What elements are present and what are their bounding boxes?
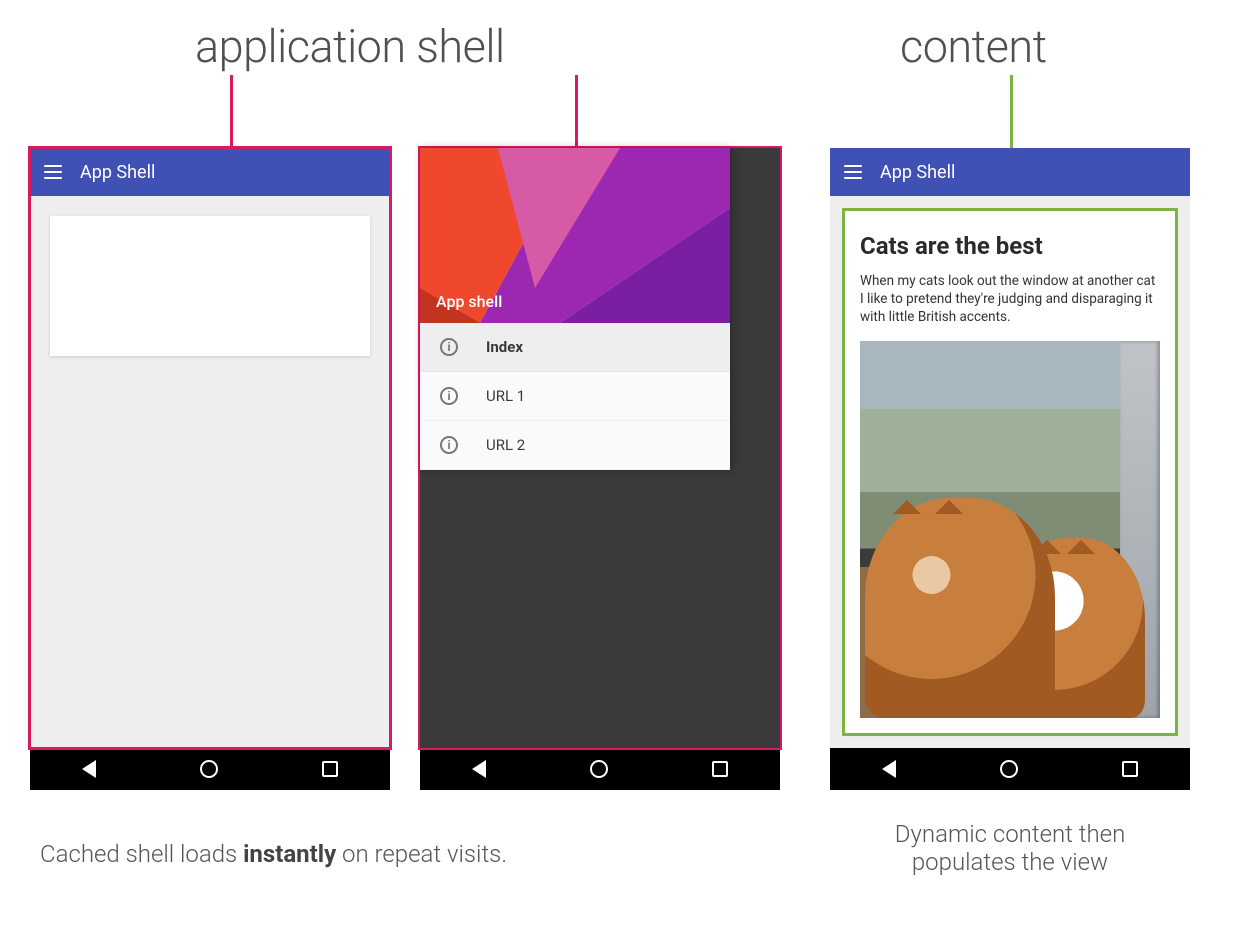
drawer-item-label: URL 2	[486, 436, 525, 454]
caption-shell-pre: Cached shell loads	[40, 840, 243, 868]
back-icon[interactable]	[472, 760, 486, 778]
recents-icon[interactable]	[712, 761, 728, 777]
back-icon[interactable]	[882, 760, 896, 778]
drawer-header: App shell	[420, 148, 730, 323]
hamburger-icon[interactable]	[844, 165, 862, 179]
home-icon[interactable]	[1000, 760, 1018, 778]
navigation-drawer: App shell i Index i URL 1 i URL 2	[420, 148, 730, 470]
article-image-cats	[860, 341, 1160, 718]
home-icon[interactable]	[590, 760, 608, 778]
phone-mock-content: App Shell Cats are the best When my cats…	[830, 148, 1190, 790]
caption-content-line2: populates the view	[820, 848, 1200, 876]
drawer-item-url2[interactable]: i URL 2	[420, 421, 730, 470]
phone-body: App Shell Cats are the best When my cats…	[830, 148, 1190, 748]
info-icon: i	[440, 338, 458, 356]
drawer-item-label: Index	[486, 338, 523, 356]
caption-shell-bold: instantly	[243, 840, 336, 868]
info-icon: i	[440, 436, 458, 454]
content-card: Cats are the best When my cats look out …	[844, 210, 1176, 734]
info-icon: i	[440, 387, 458, 405]
recents-icon[interactable]	[322, 761, 338, 777]
app-bar-title: App Shell	[880, 162, 955, 183]
phone-mock-shell-empty: App Shell	[30, 148, 390, 790]
android-nav-bar	[830, 748, 1190, 790]
heading-content: content	[900, 20, 1047, 73]
app-bar: App Shell	[830, 148, 1190, 196]
caption-shell: Cached shell loads instantly on repeat v…	[40, 840, 780, 868]
app-bar-title: App Shell	[80, 162, 155, 183]
drawer-header-title: App shell	[436, 292, 502, 311]
drawer-item-url1[interactable]: i URL 1	[420, 372, 730, 421]
caption-shell-post: on repeat visits.	[336, 840, 507, 868]
drawer-item-index[interactable]: i Index	[420, 323, 730, 372]
app-bar: App Shell	[30, 148, 390, 196]
hamburger-icon[interactable]	[44, 165, 62, 179]
recents-icon[interactable]	[1122, 761, 1138, 777]
phone-body: App shell i Index i URL 1 i URL 2	[420, 148, 780, 748]
article-title: Cats are the best	[860, 232, 1160, 260]
caption-content-line1: Dynamic content then	[820, 820, 1200, 848]
drawer-item-label: URL 1	[486, 387, 525, 405]
android-nav-bar	[420, 748, 780, 790]
heading-application-shell: application shell	[195, 20, 505, 73]
article-body: When my cats look out the window at anot…	[860, 272, 1160, 327]
home-icon[interactable]	[200, 760, 218, 778]
connector-line-shell-left	[230, 75, 233, 150]
caption-content: Dynamic content then populates the view	[820, 820, 1200, 876]
back-icon[interactable]	[82, 760, 96, 778]
connector-line-shell-right	[575, 75, 578, 150]
phone-mock-shell-drawer: App shell i Index i URL 1 i URL 2	[420, 148, 780, 790]
phone-body: App Shell	[30, 148, 390, 748]
empty-content-card	[50, 216, 370, 356]
android-nav-bar	[30, 748, 390, 790]
